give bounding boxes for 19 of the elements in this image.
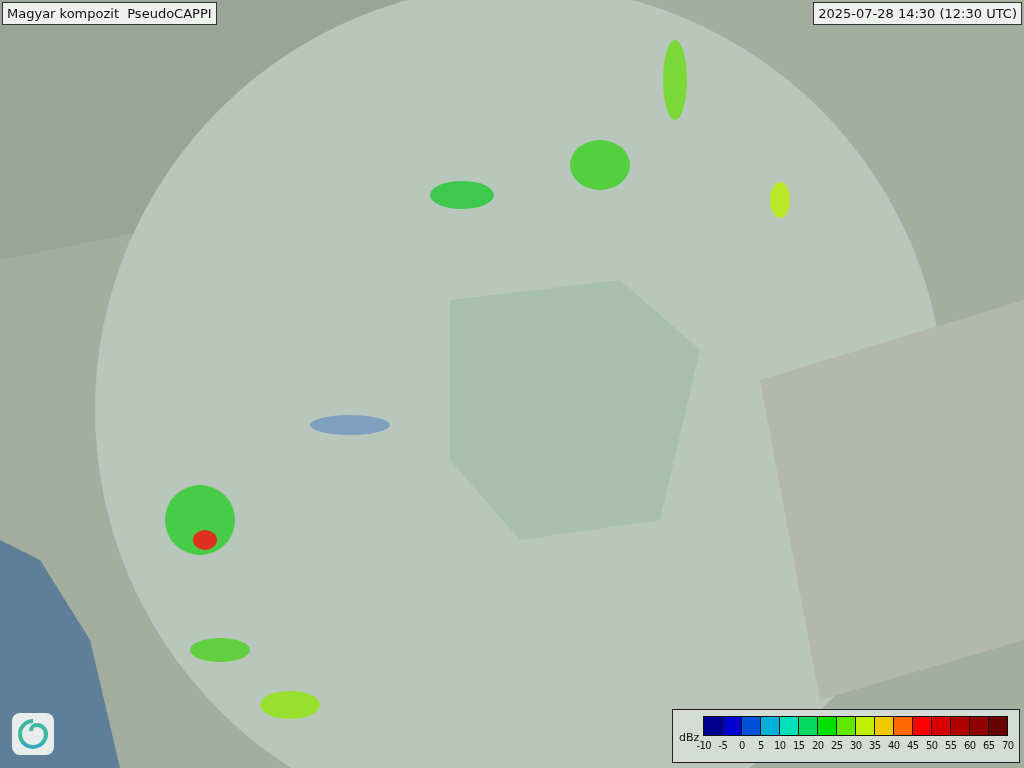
tick-label: 50: [924, 740, 939, 751]
tick-label: 20: [810, 740, 825, 751]
tick-label: 25: [829, 740, 844, 751]
tick-label: 55: [943, 740, 958, 751]
tick-label: 60: [962, 740, 977, 751]
tick-label: 30: [848, 740, 863, 751]
tick-label: 35: [867, 740, 882, 751]
map-title: Magyar kompozit PseudoCAPPI: [2, 2, 217, 25]
tick-label: 45: [905, 740, 920, 751]
timestamp: 2025-07-28 14:30 (12:30 UTC): [813, 2, 1022, 25]
tick-label: 70: [1000, 740, 1015, 751]
tick-label: 5: [756, 740, 765, 751]
tick-label: 15: [791, 740, 806, 751]
spiral-logo-icon: [12, 713, 54, 755]
tick-label: 40: [886, 740, 901, 751]
tick-label: -5: [717, 740, 729, 751]
tick-label: 0: [737, 740, 746, 751]
tick-label: 10: [772, 740, 787, 751]
tick-label: 65: [981, 740, 996, 751]
